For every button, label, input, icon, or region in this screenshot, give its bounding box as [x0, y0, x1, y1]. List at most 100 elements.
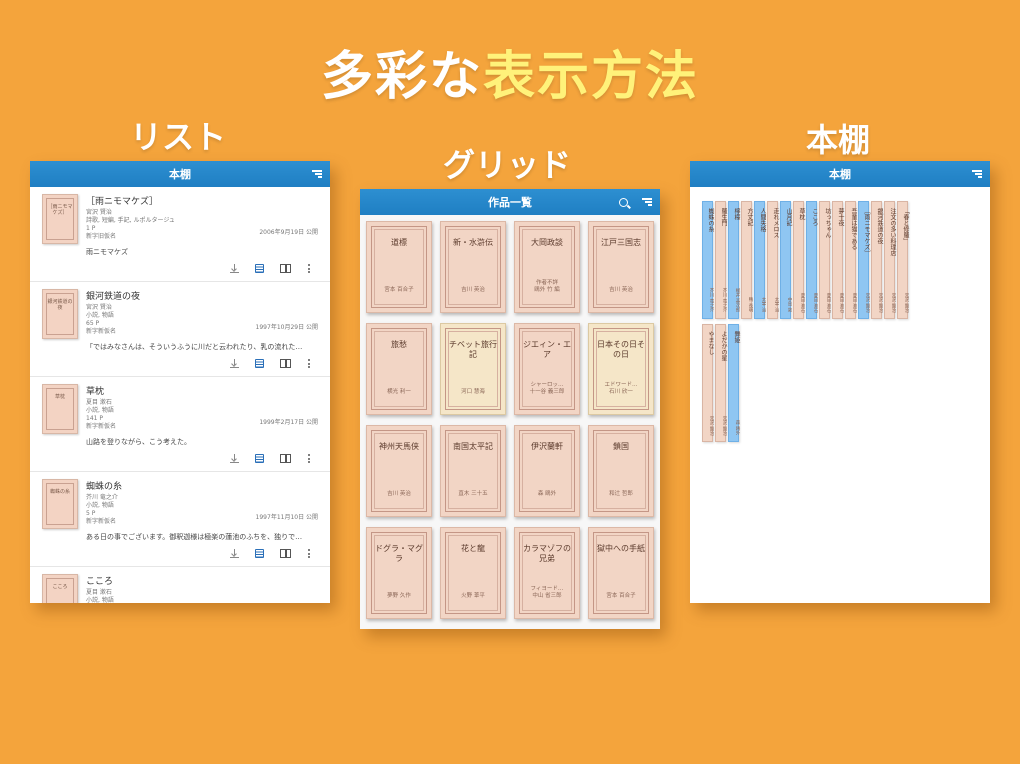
cover-title: 神州天馬侠 — [379, 442, 419, 451]
spine-author: 宮沢 賢治 — [878, 292, 883, 312]
book-spine[interactable]: 人間失格 太宰 治 — [754, 201, 766, 319]
library-icon[interactable] — [255, 549, 264, 558]
book-cover[interactable]: ジエィン・エアシャーロッ… 十一谷 義三郎 — [514, 323, 580, 415]
sort-icon[interactable] — [972, 170, 982, 178]
list-item[interactable]: ［雨ニモマケズ］ ［雨ニモマケズ］ 宮沢 賢治 詩歌, 短編, 手記, ルポルタージュ… — [30, 187, 330, 282]
book-title: こころ — [86, 577, 114, 587]
book-thumbnail[interactable]: 草枕 — [42, 384, 78, 434]
sort-icon[interactable] — [642, 198, 652, 206]
spine-author: 森 鴎外 — [735, 420, 740, 435]
section-title-list: リスト — [130, 118, 227, 156]
spine-title: 方丈記 — [746, 208, 753, 226]
book-spine[interactable]: 舞姫森 鴎外 — [728, 324, 740, 442]
book-cover[interactable]: チベット旅行記 河口 慧海 — [440, 323, 506, 415]
book-spine[interactable]: 「春と修羅」 宮沢 賢治 — [897, 201, 909, 319]
list-item[interactable]: こころ こころ 夏目 漱石 小説, 物語 — [30, 567, 330, 603]
thumbnail-title: 草枕 — [46, 388, 74, 430]
shelf-row: やまなし 宮沢 賢治 よだかの星 宮沢 賢治 舞姫森 鴎外 — [702, 324, 740, 442]
spine-title: 草枕 — [798, 208, 805, 220]
book-spine[interactable]: こころ 夏目 漱石 — [806, 201, 818, 319]
download-icon[interactable] — [230, 454, 239, 463]
list-item[interactable]: 銀河鉄道の夜 銀河鉄道の夜 宮沢 賢治 小説, 物語 65 P 新字新仮名 1997年10月… — [30, 282, 330, 377]
more-icon[interactable] — [307, 454, 310, 463]
book-cover[interactable]: ドグラ・マグラ 夢野 久作 — [366, 527, 432, 619]
book-cover[interactable]: 花と龍 火野 葦平 — [440, 527, 506, 619]
book-spine[interactable]: 蜘蛛の糸 芥川 竜之介 — [702, 201, 714, 319]
reader-icon[interactable] — [280, 264, 291, 273]
book-spine[interactable]: 吾輩は猫である 夏目 漱石 — [845, 201, 857, 319]
item-actions — [230, 549, 310, 558]
app-bar: 本棚 — [690, 161, 990, 187]
book-list: ［雨ニモマケズ］ ［雨ニモマケズ］ 宮沢 賢治 詩歌, 短編, 手記, ルポルタージュ… — [30, 187, 330, 603]
book-spine[interactable]: 草枕 夏目 漱石 — [793, 201, 805, 319]
book-cover[interactable]: 旅愁 横光 利一 — [366, 323, 432, 415]
cover-author: シャーロッ… 十一谷 義三郎 — [529, 382, 565, 395]
more-icon[interactable] — [307, 359, 310, 368]
sort-icon[interactable] — [312, 170, 322, 178]
book-spine[interactable]: 方丈記鴨 長明 — [741, 201, 753, 319]
book-cover[interactable]: 鎖国 和辻 哲郎 — [588, 425, 654, 517]
cover-title: チベット旅行記 — [449, 340, 497, 359]
book-spine[interactable]: 羅生門 芥川 竜之介 — [715, 201, 727, 319]
search-icon[interactable] — [619, 197, 628, 207]
book-spine[interactable]: 銀河鉄道の夜 宮沢 賢治 — [871, 201, 883, 319]
book-cover[interactable]: 新・水滸伝 吉川 英治 — [440, 221, 506, 313]
more-icon[interactable] — [307, 549, 310, 558]
reader-icon[interactable] — [280, 359, 291, 368]
book-thumbnail[interactable]: こころ — [42, 574, 78, 603]
book-spine[interactable]: 注文の多い料理店 宮沢 賢治 — [884, 201, 896, 319]
book-excerpt: 「ではみなさんは、そういうふうに川だと云われたり、乳の流れた… — [86, 343, 303, 351]
book-author: 宮沢 賢治 — [86, 209, 112, 216]
library-icon[interactable] — [255, 359, 264, 368]
book-cover[interactable]: 神州天馬侠 吉川 英治 — [366, 425, 432, 517]
spine-title: 舞姫 — [733, 331, 740, 343]
item-actions — [230, 454, 310, 463]
book-author: 芥川 竜之介 — [86, 494, 118, 501]
book-cover[interactable]: カラマゾフの兄弟 フィヨード… 中山 省三郎 — [514, 527, 580, 619]
list-item[interactable]: 草枕 草枕 夏目 漱石 小説, 物語 141 P 新字新仮名 1999年2月17日 公開 山路… — [30, 377, 330, 472]
more-icon[interactable] — [307, 264, 310, 273]
book-spine[interactable]: 檸檬 梶井 基次郎 — [728, 201, 740, 319]
list-item[interactable]: 蜘蛛の糸 蜘蛛の糸 芥川 竜之介 小説, 物語 5 P 新字新仮名 1997年11月10日 … — [30, 472, 330, 567]
book-cover[interactable]: 江戸三国志 吉川 英治 — [588, 221, 654, 313]
book-spine[interactable]: 山月記 中島 敦 — [780, 201, 792, 319]
book-spine[interactable]: よだかの星 宮沢 賢治 — [715, 324, 727, 442]
reader-icon[interactable] — [280, 549, 291, 558]
spine-author: 夏目 漱石 — [852, 292, 857, 312]
library-icon[interactable] — [255, 454, 264, 463]
grid-view-panel: 作品一覧 道標 宮本 百合子 新・水滸伝 吉川 英治 大岡政談 作者不詳 鴎外 竹 編江戸… — [360, 189, 660, 629]
spine-author: 夏目 漱石 — [839, 292, 844, 312]
book-spine[interactable]: 坊っちゃん 夏目 漱石 — [819, 201, 831, 319]
book-excerpt: 山路を登りながら、こう考えた。 — [86, 438, 191, 446]
book-cover[interactable]: 南国太平記 直木 三十五 — [440, 425, 506, 517]
headline-part1: 多彩な — [320, 47, 483, 107]
spine-title: ［雨ニモマケズ］ — [863, 208, 870, 256]
download-icon[interactable] — [230, 264, 239, 273]
library-icon[interactable] — [255, 264, 264, 273]
cover-author: 宮本 百合子 — [384, 287, 414, 293]
cover-title: ジエィン・エア — [523, 340, 571, 359]
book-cover[interactable]: 道標 宮本 百合子 — [366, 221, 432, 313]
book-title: 蜘蛛の糸 — [86, 482, 123, 492]
book-thumbnail[interactable]: 銀河鉄道の夜 — [42, 289, 78, 339]
download-icon[interactable] — [230, 359, 239, 368]
book-spine[interactable]: 夢十夜 夏目 漱石 — [832, 201, 844, 319]
book-author: 宮沢 賢治 — [86, 304, 112, 311]
reader-icon[interactable] — [280, 454, 291, 463]
book-thumbnail[interactable]: 蜘蛛の糸 — [42, 479, 78, 529]
item-actions — [230, 359, 310, 368]
book-cover[interactable]: 日本その日その日 エドワード… 石川 欣一 — [588, 323, 654, 415]
book-cover[interactable]: 大岡政談 作者不詳 鴎外 竹 編 — [514, 221, 580, 313]
download-icon[interactable] — [230, 549, 239, 558]
spine-author: 鴨 長明 — [748, 297, 753, 312]
book-thumbnail[interactable]: ［雨ニモマケズ］ — [42, 194, 78, 244]
cover-title: ドグラ・マグラ — [375, 544, 423, 563]
book-info: こころ 夏目 漱石 小説, 物語 — [86, 574, 320, 603]
book-cover[interactable]: 伊沢蘭軒森 鴎外 — [514, 425, 580, 517]
book-spine[interactable]: 走れメロス 太宰 治 — [767, 201, 779, 319]
spine-title: 「春と修羅」 — [902, 208, 909, 244]
book-spine[interactable]: ［雨ニモマケズ］ 宮沢 賢治 — [858, 201, 870, 319]
cover-grid: 道標 宮本 百合子 新・水滸伝 吉川 英治 大岡政談 作者不詳 鴎外 竹 編江戸三国志 吉川… — [366, 221, 654, 619]
book-spine[interactable]: やまなし 宮沢 賢治 — [702, 324, 714, 442]
book-cover[interactable]: 獄中への手紙 宮本 百合子 — [588, 527, 654, 619]
